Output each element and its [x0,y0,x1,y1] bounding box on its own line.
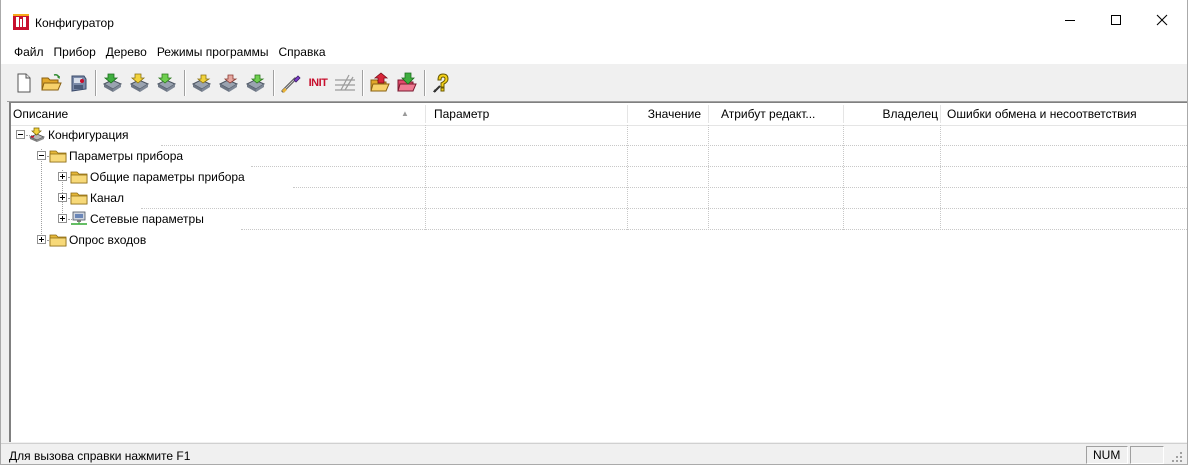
column-edit-attribute[interactable]: Атрибут редакт... [721,103,839,125]
network-icon [71,211,87,225]
toolbar-separator [273,70,275,96]
column-owner[interactable]: Владелец [851,103,938,125]
tree-label: Общие параметры прибора [89,170,246,185]
write-changed-button[interactable] [216,69,242,97]
close-icon [1156,14,1168,26]
menu-tree[interactable]: Дерево [103,40,150,64]
new-file-icon [17,73,31,93]
read-selected-button[interactable] [154,69,180,97]
menu-bar: Файл Прибор Дерево Режимы программы Спра… [1,40,1187,64]
column-parameter[interactable]: Параметр [434,103,624,125]
save-device-button[interactable] [65,69,91,97]
read-all-button[interactable] [100,69,126,97]
open-folder-button[interactable] [38,69,64,97]
toolbar-separator [184,70,186,96]
help-button[interactable] [429,69,455,97]
tree-row-network-parameters[interactable]: Сетевые параметры [11,209,1187,230]
column-separator[interactable] [708,105,709,123]
tree-label: Параметры прибора [68,149,185,164]
write-all-icon [191,74,212,92]
column-value[interactable]: Значение [631,103,701,125]
app-logo-icon [13,14,29,30]
tree-label: Конфигурация [47,128,130,143]
status-bar: Для вызова справки нажмите F1 NUM [1,443,1187,464]
write-selected-button[interactable] [243,69,269,97]
column-errors[interactable]: Ошибки обмена и несоответствия [947,103,1187,125]
folder-icon [70,171,88,184]
tree-row-device-parameters[interactable]: Параметры прибора [11,146,1187,167]
new-file-button[interactable] [11,69,37,97]
menu-help[interactable]: Справка [275,40,328,64]
tree-label: Опрос входов [68,233,148,248]
help-icon [433,73,449,93]
toolbar: INIT [7,66,585,100]
upload-button[interactable] [367,69,393,97]
read-all-icon [102,73,123,92]
read-changed-icon [129,73,150,92]
column-description[interactable]: Описание [13,103,393,125]
expand-icon[interactable] [58,214,67,223]
column-separator[interactable] [940,105,941,123]
menu-device[interactable]: Прибор [51,40,99,64]
close-button[interactable] [1139,0,1185,40]
collapse-icon[interactable] [37,151,46,160]
title-bar[interactable]: Конфигуратор [1,0,1187,40]
column-separator[interactable] [627,105,628,123]
num-lock-indicator: NUM [1086,446,1128,464]
toolbar-separator [362,70,364,96]
expand-icon[interactable] [58,172,67,181]
tree-row-general-device-parameters[interactable]: Общие параметры прибора [11,167,1187,188]
init-icon: INIT [308,77,328,89]
read-changed-button[interactable] [127,69,153,97]
status-text: Для вызова справки нажмите F1 [9,449,191,463]
init-button[interactable]: INIT [305,69,331,97]
column-separator[interactable] [843,105,844,123]
wand-button[interactable] [278,69,304,97]
collapse-icon[interactable] [16,130,25,139]
download-button[interactable] [394,69,420,97]
download-icon [397,72,417,92]
read-selected-icon [156,73,177,92]
tree-list-view[interactable]: Описание ▲ Параметр Значение Атрибут ред… [9,102,1187,442]
tree-label: Канал [89,191,125,206]
wand-icon [281,75,301,93]
expand-icon[interactable] [58,193,67,202]
upload-icon [370,72,390,92]
tree-label: Сетевые параметры [89,212,205,227]
app-window: Конфигуратор Файл Прибор Дерево Режимы п… [0,0,1188,465]
resize-grip-icon[interactable] [1171,451,1183,463]
sort-ascending-icon: ▲ [401,109,409,118]
status-pane-empty [1130,446,1164,464]
window-title: Конфигуратор [35,16,114,30]
save-device-icon [71,75,87,92]
tree-row-input-polling[interactable]: Опрос входов [11,230,1187,251]
tree-row-channel[interactable]: Канал [11,188,1187,209]
minimize-icon [1065,20,1075,21]
settings-button[interactable] [332,69,358,97]
write-changed-icon [218,74,239,92]
open-folder-icon [41,74,62,91]
write-all-button[interactable] [189,69,215,97]
toolbar-separator [95,70,97,96]
toolbar-separator [424,70,426,96]
menu-file[interactable]: Файл [11,40,47,64]
maximize-icon [1111,15,1121,25]
column-header: Описание ▲ Параметр Значение Атрибут ред… [11,103,1187,126]
menu-program-modes[interactable]: Режимы программы [154,40,272,64]
expand-icon[interactable] [37,235,46,244]
column-separator[interactable] [425,105,426,123]
maximize-button[interactable] [1093,0,1139,40]
settings-icon [335,74,355,91]
minimize-button[interactable] [1047,0,1093,40]
folder-icon [49,234,67,247]
folder-icon [49,150,67,163]
folder-icon [70,192,88,205]
write-selected-icon [245,74,266,92]
tree-row-configuration[interactable]: Конфигурация [11,125,1187,146]
configuration-icon [28,127,46,142]
